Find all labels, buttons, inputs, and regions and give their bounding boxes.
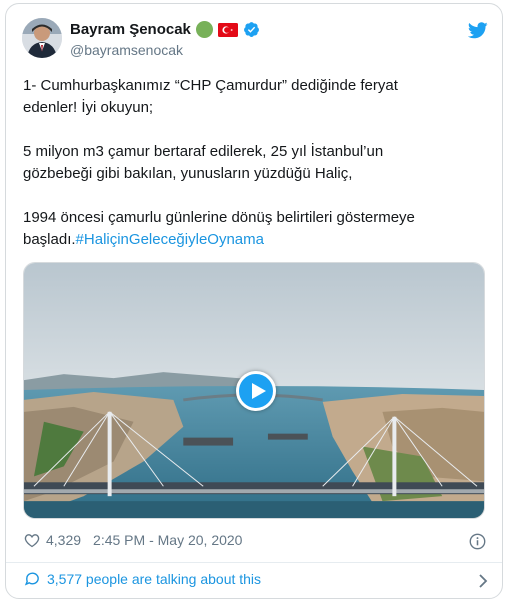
green-circle-emoji-icon	[195, 21, 213, 38]
author-display-name[interactable]: Bayram Şenocak	[70, 21, 191, 38]
heart-icon[interactable]	[24, 533, 40, 548]
tweet-card: Bayram Şenocak @bayramsenocak 1- Cumhurb…	[5, 3, 503, 599]
avatar[interactable]	[22, 18, 62, 58]
chevron-right-icon[interactable]	[478, 574, 488, 588]
play-icon[interactable]	[236, 371, 276, 411]
verified-badge-icon	[243, 22, 259, 37]
like-count[interactable]: 4,329	[46, 532, 81, 548]
hashtag-link[interactable]: #HaliçinGeleceğiyleOynama	[76, 231, 264, 248]
tweet-line: 5 milyon m3 çamur bertaraf edilerek, 25 …	[23, 143, 384, 160]
video-player[interactable]	[23, 262, 485, 519]
tweet-text: 1- Cumhurbaşkanımız “CHP Çamurdur” dediğ…	[23, 75, 488, 251]
conversation-link[interactable]: 3,577 people are talking about this	[24, 570, 261, 587]
conversation-text[interactable]: 3,577 people are talking about this	[47, 571, 261, 587]
speech-bubble-icon	[24, 572, 39, 586]
tweet-line: edenler! İyi okuyun;	[23, 99, 154, 116]
twitter-bird-icon[interactable]	[468, 22, 488, 39]
tweet-line: 1- Cumhurbaşkanımız “CHP Çamurdur” dediğ…	[23, 77, 398, 94]
timestamp[interactable]: 2:45 PM - May 20, 2020	[93, 532, 242, 548]
info-icon[interactable]	[469, 533, 486, 550]
divider	[6, 562, 502, 563]
tweet-line: gözbebeği gibi bakılan, yunusların yüzdü…	[23, 165, 353, 182]
author-handle[interactable]: @bayramsenocak	[70, 42, 183, 58]
tweet-line-prefix: başladı.	[23, 231, 76, 248]
tweet-line: başladı.#HaliçinGeleceğiyleOynama	[23, 229, 488, 251]
tweet-line: 1994 öncesi çamurlu günlerine dönüş beli…	[23, 209, 415, 226]
turkey-flag-icon	[217, 22, 238, 37]
